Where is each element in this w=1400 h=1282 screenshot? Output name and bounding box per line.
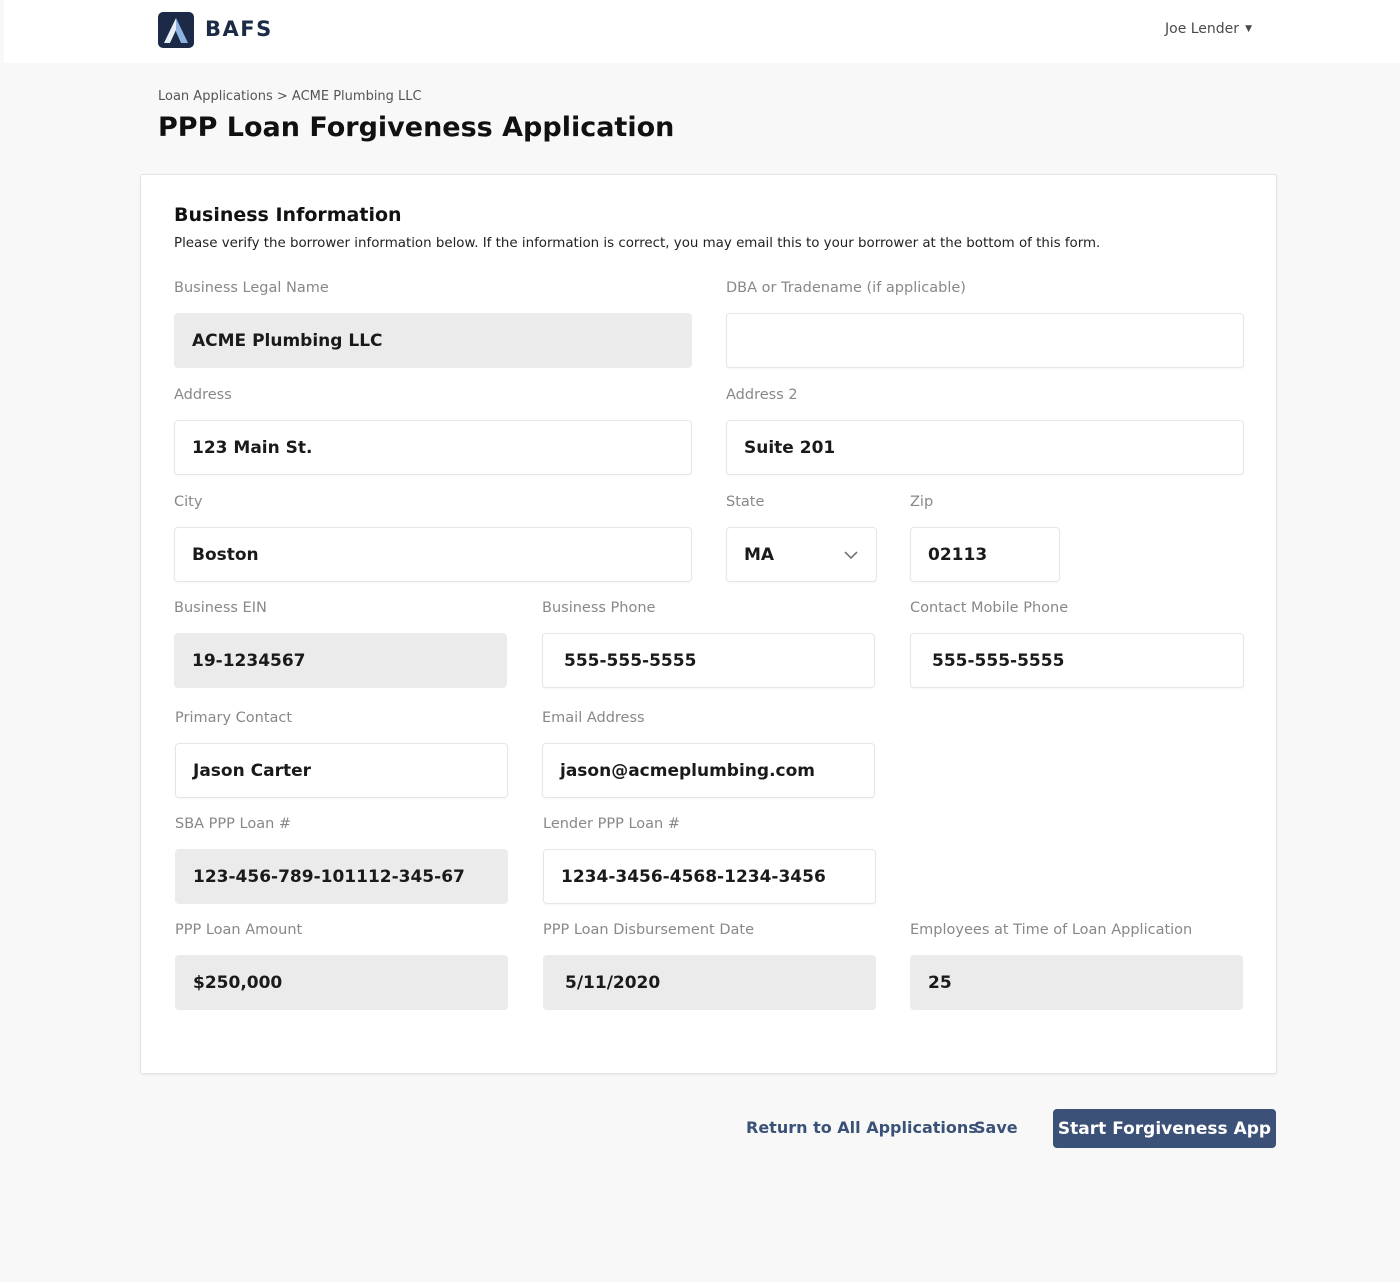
- save-button[interactable]: Save: [974, 1118, 1018, 1137]
- breadcrumb: Loan Applications > ACME Plumbing LLC: [158, 89, 422, 104]
- field-label: Lender PPP Loan #: [543, 816, 680, 832]
- state-field: State MA: [726, 492, 877, 582]
- loan-amount-field: PPP Loan Amount $250,000: [175, 920, 508, 1010]
- city-input[interactable]: Boston: [174, 527, 692, 582]
- user-name: Joe Lender: [1165, 21, 1240, 37]
- address2-field: Address 2 Suite 201: [726, 385, 1244, 475]
- field-label: DBA or Tradename (if applicable): [726, 280, 966, 296]
- field-label: Contact Mobile Phone: [910, 600, 1069, 616]
- lender-loan-number-field: Lender PPP Loan # 1234-3456-4568-1234-34…: [543, 814, 876, 904]
- zip-input[interactable]: 02113: [910, 527, 1060, 582]
- address-input[interactable]: 123 Main St.: [174, 420, 692, 475]
- field-label: Business EIN: [174, 600, 267, 616]
- loan-amount-input: $250,000: [175, 955, 508, 1010]
- field-label: PPP Loan Disbursement Date: [543, 922, 754, 938]
- breadcrumb-current: ACME Plumbing LLC: [291, 89, 422, 104]
- business-information-card: Business Information Please verify the b…: [140, 174, 1277, 1074]
- business-phone-field: Business Phone 555-555-5555: [542, 598, 875, 688]
- address-field: Address 123 Main St.: [174, 385, 692, 475]
- city-field: City Boston: [174, 492, 692, 582]
- mobile-phone-input[interactable]: 555-555-5555: [910, 633, 1244, 688]
- field-label: Email Address: [542, 710, 645, 726]
- return-to-applications-link[interactable]: Return to All Applications: [746, 1118, 978, 1137]
- employees-field: Employees at Time of Loan Application 25: [910, 920, 1243, 1010]
- ein-field: Business EIN 19-1234567: [174, 598, 507, 688]
- breadcrumb-separator: >: [276, 89, 288, 104]
- email-input[interactable]: jason@acmeplumbing.com: [542, 743, 875, 798]
- bafs-logo-icon[interactable]: [158, 12, 194, 48]
- breadcrumb-parent[interactable]: Loan Applications: [158, 89, 273, 104]
- business-legal-name-field: Business Legal Name ACME Plumbing LLC: [174, 278, 692, 368]
- section-description: Please verify the borrower information b…: [174, 236, 1101, 251]
- ein-input: 19-1234567: [174, 633, 507, 688]
- business-legal-name-input: ACME Plumbing LLC: [174, 313, 692, 368]
- caret-down-icon: ▼: [1245, 24, 1252, 34]
- section-title: Business Information: [174, 204, 402, 226]
- field-label: Employees at Time of Loan Application: [910, 922, 1193, 938]
- field-label: Business Legal Name: [174, 280, 329, 296]
- mobile-phone-field: Contact Mobile Phone 555-555-5555: [910, 598, 1244, 688]
- field-label: PPP Loan Amount: [175, 922, 303, 938]
- email-field: Email Address jason@acmeplumbing.com: [542, 708, 875, 798]
- chevron-down-icon: [843, 547, 859, 563]
- field-label: Address 2: [726, 387, 798, 403]
- dba-input[interactable]: [726, 313, 1244, 368]
- primary-contact-input[interactable]: Jason Carter: [175, 743, 508, 798]
- field-label: Business Phone: [542, 600, 656, 616]
- primary-contact-field: Primary Contact Jason Carter: [175, 708, 508, 798]
- field-label: Zip: [910, 494, 934, 510]
- page-title: PPP Loan Forgiveness Application: [158, 112, 675, 143]
- employees-input: 25: [910, 955, 1243, 1010]
- brand-name: BAFS: [205, 17, 273, 41]
- address2-input[interactable]: Suite 201: [726, 420, 1244, 475]
- sba-loan-number-field: SBA PPP Loan # 123-456-789-101112-345-67: [175, 814, 508, 904]
- disbursement-date-field: PPP Loan Disbursement Date 5/11/2020: [543, 920, 876, 1010]
- sba-loan-number-input: 123-456-789-101112-345-67: [175, 849, 508, 904]
- field-label: State: [726, 494, 765, 510]
- dba-field: DBA or Tradename (if applicable): [726, 278, 1244, 368]
- field-label: SBA PPP Loan #: [175, 816, 292, 832]
- field-label: City: [174, 494, 203, 510]
- business-phone-input[interactable]: 555-555-5555: [542, 633, 875, 688]
- zip-field: Zip 02113: [910, 492, 1060, 582]
- field-label: Address: [174, 387, 232, 403]
- lender-loan-number-input[interactable]: 1234-3456-4568-1234-3456: [543, 849, 876, 904]
- field-label: Primary Contact: [175, 710, 293, 726]
- disbursement-date-input: 5/11/2020: [543, 955, 876, 1010]
- state-select[interactable]: MA: [726, 527, 877, 582]
- top-navigation-bar: BAFS Joe Lender ▼: [4, 0, 1400, 63]
- state-value: MA: [744, 544, 775, 565]
- start-forgiveness-app-button[interactable]: Start Forgiveness App: [1053, 1109, 1276, 1148]
- user-menu[interactable]: Joe Lender ▼: [1165, 21, 1252, 37]
